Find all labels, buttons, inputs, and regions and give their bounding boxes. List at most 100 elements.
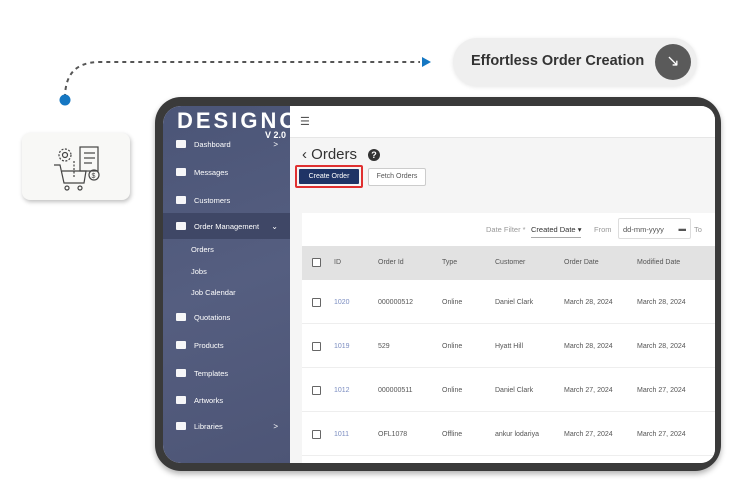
main-content: ☰ ‹ Orders ? Create Order Fetch Orders D…: [290, 106, 715, 463]
order-id-link[interactable]: 1019: [334, 343, 350, 350]
select-all-checkbox[interactable]: [312, 258, 321, 267]
table-row[interactable]: 1020 000000512 Online Daniel Clark March 28,…: [302, 280, 715, 324]
table-cell: 000000511: [378, 387, 413, 394]
feature-callout: Effortless Order Creation ↘: [453, 38, 697, 86]
order-cart-icon-card: $: [22, 133, 130, 200]
arrow-down-right-icon[interactable]: ↘: [655, 44, 691, 80]
calendar-icon[interactable]: ▬: [679, 224, 687, 233]
column-header[interactable]: Type: [442, 259, 457, 266]
svg-text:$: $: [92, 173, 96, 180]
sidebar-item-messages[interactable]: Messages: [163, 159, 290, 185]
sidebar-item-label: Messages: [194, 167, 229, 177]
table-cell: Online: [442, 299, 463, 306]
table-cell: Daniel Clark: [495, 387, 534, 394]
table-cell: Offline: [442, 431, 463, 438]
sidebar-item-label: Artworks: [194, 395, 224, 405]
sidebar-item-label: Templates: [194, 368, 229, 378]
sidebar-item-products[interactable]: Products: [163, 332, 290, 358]
sidebar-item-label: Libraries: [194, 421, 223, 431]
cart-gear-invoice-icon: $: [54, 146, 100, 191]
table-cell: March 27, 2024: [637, 431, 686, 438]
order-id-link[interactable]: 1011: [334, 431, 349, 438]
to-label: To: [694, 225, 702, 234]
create-order-highlight: Create Order: [295, 165, 363, 188]
column-header[interactable]: ID: [334, 259, 341, 266]
column-header[interactable]: Customer: [495, 259, 525, 266]
dashboard-icon: [176, 140, 186, 148]
date-filter-select[interactable]: Created Date ▾: [531, 225, 582, 238]
create-order-button[interactable]: Create Order: [299, 169, 359, 184]
column-header[interactable]: Order Id: [378, 259, 404, 266]
order-management-icon: [176, 222, 186, 230]
dot-icon: [59, 94, 71, 106]
sidebar-item-label: Dashboard: [194, 139, 231, 149]
table-cell: ankur lodariya: [495, 431, 539, 438]
sidebar-item-job-calendar[interactable]: Job Calendar: [163, 279, 290, 305]
hamburger-menu-icon[interactable]: ☰: [300, 115, 310, 128]
sidebar-item-label: Job Calendar: [191, 287, 236, 297]
libraries-icon: [176, 422, 186, 430]
table-cell: 529: [378, 343, 390, 350]
table-cell: March 27, 2024: [637, 387, 686, 394]
table-cell: OFL1078: [378, 431, 408, 438]
table-cell: March 27, 2024: [564, 431, 613, 438]
table-cell: Online: [442, 387, 463, 394]
table-cell: Online: [442, 343, 463, 350]
table-header: ID Order Id Type Customer Order Date Modified…: [302, 246, 715, 280]
from-date-input[interactable]: dd-mm-yyyy ▬: [618, 218, 691, 239]
sidebar-item-dashboard[interactable]: Dashboard >: [163, 131, 290, 157]
sidebar-item-libraries[interactable]: Libraries >: [163, 413, 290, 439]
table-cell: March 28, 2024: [637, 343, 686, 350]
sidebar-item-artworks[interactable]: Artworks: [163, 387, 290, 413]
chevron-icon: >: [273, 421, 278, 431]
chevron-icon: >: [273, 139, 278, 149]
sidebar-item-templates[interactable]: Templates: [163, 360, 290, 386]
sidebar-item-label: Products: [194, 340, 224, 350]
sidebar-item-label: Quotations: [194, 312, 231, 322]
table-cell: March 27, 2024: [564, 387, 613, 394]
order-id-link[interactable]: 1012: [334, 387, 350, 394]
table-cell: March 28, 2024: [637, 299, 686, 306]
table-cell: March 28, 2024: [564, 343, 613, 350]
sidebar-item-label: Jobs: [191, 266, 207, 276]
table-row[interactable]: 1012 000000511 Online Daniel Clark March 27,…: [302, 368, 715, 412]
table-cell: 000000512: [378, 299, 414, 306]
column-header[interactable]: Modified Date: [637, 259, 680, 266]
fetch-orders-button[interactable]: Fetch Orders: [368, 168, 426, 186]
tablet-frame: DESIGNO V 2.0 Dashboard > Messages Customer…: [155, 97, 721, 471]
artworks-icon: [176, 396, 186, 404]
sidebar-item-customers[interactable]: Customers: [163, 187, 290, 213]
table-cell: Daniel Clark: [495, 299, 534, 306]
messages-icon: [176, 168, 186, 176]
table-row[interactable]: 1011 OFL1078 Offline ankur lodariya March 27…: [302, 412, 715, 456]
orders-table-card: Date Filter * Created Date ▾ From dd-mm-…: [302, 213, 715, 463]
callout-label: Effortless Order Creation: [471, 53, 645, 69]
row-checkbox[interactable]: [312, 430, 321, 439]
sidebar: DESIGNO V 2.0 Dashboard > Messages Customer…: [163, 106, 296, 463]
dropdown-caret-icon: ▾: [577, 225, 582, 234]
order-id-link[interactable]: 1020: [334, 299, 350, 306]
page-title-text: Orders: [311, 146, 358, 163]
help-icon[interactable]: ?: [368, 149, 380, 161]
row-checkbox[interactable]: [312, 298, 321, 307]
table-cell: March 28, 2024: [564, 299, 613, 306]
date-filter-label: Date Filter *: [486, 225, 526, 234]
table-cell: Hyatt Hill: [495, 343, 524, 350]
products-icon: [176, 341, 186, 349]
row-checkbox[interactable]: [312, 342, 321, 351]
table-row[interactable]: 1019 529 Online Hyatt Hill March 28, 2024 Mar…: [302, 324, 715, 368]
sidebar-item-quotations[interactable]: Quotations: [163, 304, 290, 330]
page-title: ‹ Orders: [302, 146, 357, 163]
chevron-icon: ⌄: [271, 221, 278, 231]
sidebar-item-label: Orders: [191, 244, 214, 254]
back-icon[interactable]: ‹: [302, 146, 307, 163]
column-header[interactable]: Order Date: [564, 259, 599, 266]
date-placeholder: dd-mm-yyyy: [623, 225, 664, 234]
from-label: From: [594, 225, 612, 234]
row-checkbox[interactable]: [312, 386, 321, 395]
sidebar-item-label: Order Management: [194, 221, 260, 231]
app-screen: DESIGNO V 2.0 Dashboard > Messages Customer…: [163, 106, 715, 463]
sidebar-item-label: Customers: [194, 195, 231, 205]
date-filter-value: Created Date: [531, 225, 576, 234]
customers-icon: [176, 196, 186, 204]
